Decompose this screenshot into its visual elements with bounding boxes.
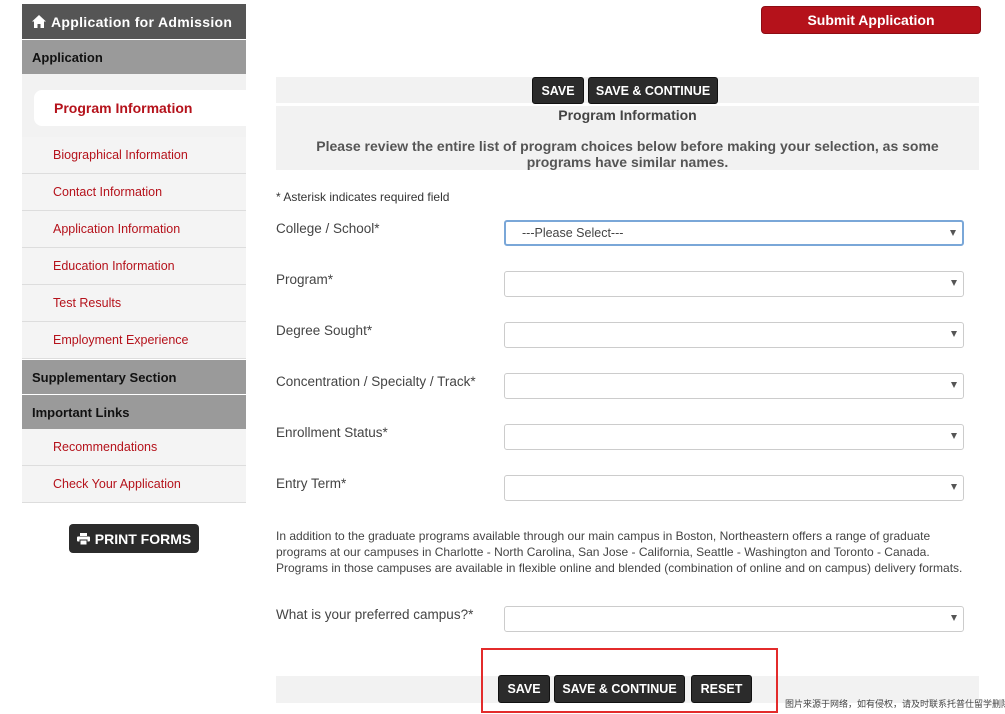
print-forms-label: PRINT FORMS [94,530,192,547]
entry-term-select[interactable] [504,475,964,501]
sidebar-item-contact[interactable]: Contact Information [22,174,246,211]
sidebar-item-test-results[interactable]: Test Results [22,285,246,322]
sidebar-item-employment[interactable]: Employment Experience [22,322,246,359]
highlight-annotation-box [481,648,778,713]
concentration-label: Concentration / Specialty / Track* [276,374,476,389]
program-info-panel: SAVE SAVE & CONTINUE Program Information… [276,77,979,170]
chevron-down-icon [951,331,957,337]
sidebar-item-application-info[interactable]: Application Information [22,211,246,248]
chevron-down-icon [951,484,957,490]
sidebar-item-education[interactable]: Education Information [22,248,246,285]
sidebar-active-wrap: Program Information [22,90,246,137]
chevron-down-icon [951,382,957,388]
sidebar: Application for Admission Application Pr… [22,4,246,503]
entry-term-label: Entry Term* [276,476,347,491]
degree-sought-label: Degree Sought* [276,323,373,338]
sidebar-item-program-information[interactable]: Program Information [34,90,246,126]
printer-icon [76,532,90,545]
sidebar-header-title: Application for Admission [51,13,233,30]
preferred-campus-label: What is your preferred campus?* [276,607,474,622]
program-selection-note: Please review the entire list of program… [316,138,939,170]
sidebar-item-recommendations[interactable]: Recommendations [22,429,246,466]
program-label: Program* [276,272,334,287]
program-select[interactable] [504,271,964,297]
chevron-down-icon [950,230,956,236]
sidebar-section-supplementary[interactable]: Supplementary Section [22,359,246,394]
sidebar-section-application[interactable]: Application [22,39,246,74]
home-icon [32,15,46,28]
sidebar-item-check-application[interactable]: Check Your Application [22,466,246,503]
sidebar-section-important-links[interactable]: Important Links [22,394,246,429]
enrollment-status-label: Enrollment Status* [276,425,388,440]
chevron-down-icon [951,615,957,621]
watermark-text: 图片来源于网络，如有侵权，请及时联系托普仕留学删除 [785,699,1005,709]
sidebar-header[interactable]: Application for Admission [22,4,246,39]
submit-application-button[interactable]: Submit Application [761,6,981,34]
sidebar-gap [22,74,246,90]
college-school-select[interactable]: ---Please Select--- [504,220,964,246]
save-button-top[interactable]: SAVE [532,77,584,104]
enrollment-status-select[interactable] [504,424,964,450]
sidebar-item-biographical[interactable]: Biographical Information [22,137,246,174]
degree-sought-select[interactable] [504,322,964,348]
campus-info-text: In addition to the graduate programs ava… [276,529,963,575]
college-school-label: College / School* [276,221,380,236]
chevron-down-icon [951,280,957,286]
college-school-value: ---Please Select--- [522,226,624,240]
page-title: Program Information [558,107,697,123]
chevron-down-icon [951,433,957,439]
preferred-campus-select[interactable] [504,606,964,632]
save-continue-button-top[interactable]: SAVE & CONTINUE [588,77,718,104]
concentration-select[interactable] [504,373,964,399]
required-field-note: * Asterisk indicates required field [276,190,450,204]
print-forms-button[interactable]: PRINT FORMS [69,524,199,553]
